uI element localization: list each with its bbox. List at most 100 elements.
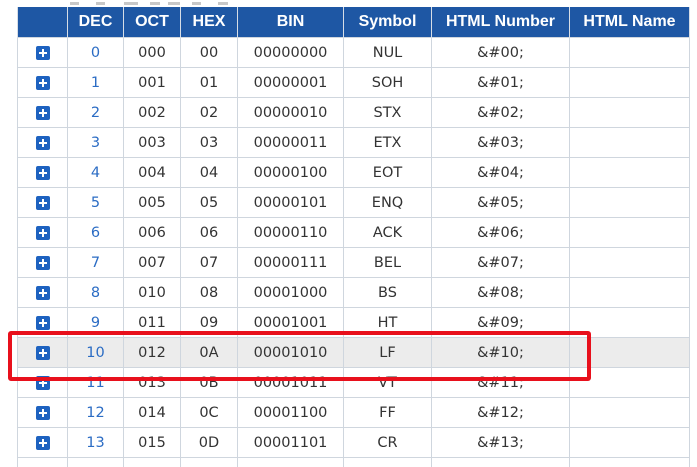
expand-cell (17, 367, 68, 398)
html-number-cell: &#03; (431, 127, 570, 158)
header-bin[interactable]: BIN (237, 7, 344, 38)
expand-cell (17, 307, 68, 338)
hex-cell: 0C (180, 397, 238, 428)
hex-cell: 04 (180, 157, 238, 188)
page: DEC OCT HEX BIN Symbol HTML Number HTML … (0, 0, 697, 467)
symbol-cell: CR (343, 427, 432, 458)
html-number-cell: &#09; (431, 307, 570, 338)
dec-cell[interactable]: 1 (67, 67, 124, 98)
expand-plus-icon[interactable] (35, 315, 50, 330)
table-row: 4 004 04 00000100 EOT &#04; (17, 157, 690, 188)
dec-cell[interactable]: 0 (67, 37, 124, 68)
html-number-cell: &#11; (431, 367, 570, 398)
hex-cell: 01 (180, 67, 238, 98)
dec-cell[interactable]: 5 (67, 187, 124, 218)
bin-cell: 00000011 (237, 127, 344, 158)
header-symbol[interactable]: Symbol (343, 7, 432, 38)
bin-cell: 00000101 (237, 187, 344, 218)
oct-cell: 004 (123, 157, 181, 188)
hex-cell (180, 457, 238, 467)
oct-cell: 001 (123, 67, 181, 98)
html-name-cell (569, 457, 690, 467)
expand-plus-icon[interactable] (35, 375, 50, 390)
html-name-cell (569, 67, 690, 98)
bin-cell: 00000100 (237, 157, 344, 188)
table-row: 3 003 03 00000011 ETX &#03; (17, 127, 690, 158)
symbol-cell: EOT (343, 157, 432, 188)
symbol-cell: VT (343, 367, 432, 398)
table-body: 0 000 00 00000000 NUL &#00; 1 001 01 00000001 SOH &… (17, 37, 690, 467)
expand-plus-icon[interactable] (35, 285, 50, 300)
symbol-cell (343, 457, 432, 467)
html-name-cell (569, 307, 690, 338)
dec-cell[interactable]: 11 (67, 367, 124, 398)
header-html-name[interactable]: HTML Name (569, 7, 690, 38)
expand-cell (17, 457, 68, 467)
expand-cell (17, 337, 68, 368)
dec-cell[interactable]: 7 (67, 247, 124, 278)
symbol-cell: LF (343, 337, 432, 368)
oct-cell: 006 (123, 217, 181, 248)
expand-cell (17, 247, 68, 278)
expand-plus-icon[interactable] (35, 255, 50, 270)
expand-cell (17, 67, 68, 98)
html-name-cell (569, 397, 690, 428)
hex-cell: 09 (180, 307, 238, 338)
dec-cell[interactable]: 10 (67, 337, 124, 368)
dec-cell[interactable]: 2 (67, 97, 124, 128)
table-header-row: DEC OCT HEX BIN Symbol HTML Number HTML … (17, 7, 690, 38)
symbol-cell: BS (343, 277, 432, 308)
expand-plus-icon[interactable] (35, 435, 50, 450)
dec-cell[interactable]: 4 (67, 157, 124, 188)
hex-cell: 0A (180, 337, 238, 368)
expand-plus-icon[interactable] (35, 345, 50, 360)
bin-cell: 00001011 (237, 367, 344, 398)
table-row: 2 002 02 00000010 STX &#02; (17, 97, 690, 128)
symbol-cell: BEL (343, 247, 432, 278)
oct-cell: 007 (123, 247, 181, 278)
expand-plus-icon[interactable] (35, 105, 50, 120)
dec-cell[interactable]: 6 (67, 217, 124, 248)
expand-plus-icon[interactable] (35, 135, 50, 150)
bin-cell: 00000010 (237, 97, 344, 128)
oct-cell: 003 (123, 127, 181, 158)
expand-cell (17, 187, 68, 218)
dec-cell[interactable]: 9 (67, 307, 124, 338)
expand-cell (17, 427, 68, 458)
table-row (17, 457, 690, 467)
table-row: 7 007 07 00000111 BEL &#07; (17, 247, 690, 278)
expand-plus-icon[interactable] (35, 225, 50, 240)
oct-cell: 002 (123, 97, 181, 128)
expand-plus-icon[interactable] (35, 165, 50, 180)
header-oct[interactable]: OCT (123, 7, 181, 38)
html-name-cell (569, 187, 690, 218)
html-name-cell (569, 37, 690, 68)
oct-cell: 011 (123, 307, 181, 338)
header-html-number[interactable]: HTML Number (431, 7, 570, 38)
expand-plus-icon[interactable] (35, 45, 50, 60)
table-row: 1 001 01 00000001 SOH &#01; (17, 67, 690, 98)
html-name-cell (569, 247, 690, 278)
html-number-cell: &#01; (431, 67, 570, 98)
dec-cell[interactable]: 12 (67, 397, 124, 428)
expand-plus-icon[interactable] (35, 195, 50, 210)
hex-cell: 08 (180, 277, 238, 308)
dec-cell[interactable]: 8 (67, 277, 124, 308)
symbol-cell: ENQ (343, 187, 432, 218)
header-expand (17, 7, 68, 38)
symbol-cell: STX (343, 97, 432, 128)
dec-cell[interactable]: 13 (67, 427, 124, 458)
table-row: 8 010 08 00001000 BS &#08; (17, 277, 690, 308)
bin-cell: 00000110 (237, 217, 344, 248)
oct-cell: 014 (123, 397, 181, 428)
bin-cell: 00000111 (237, 247, 344, 278)
header-hex[interactable]: HEX (180, 7, 238, 38)
dec-cell[interactable]: 3 (67, 127, 124, 158)
header-dec[interactable]: DEC (67, 7, 124, 38)
bin-cell: 00000000 (237, 37, 344, 68)
dec-cell[interactable] (67, 457, 124, 467)
expand-plus-icon[interactable] (35, 75, 50, 90)
expand-plus-icon[interactable] (35, 405, 50, 420)
hex-cell: 0D (180, 427, 238, 458)
table-row: 11 013 0B 00001011 VT &#11; (17, 367, 690, 398)
